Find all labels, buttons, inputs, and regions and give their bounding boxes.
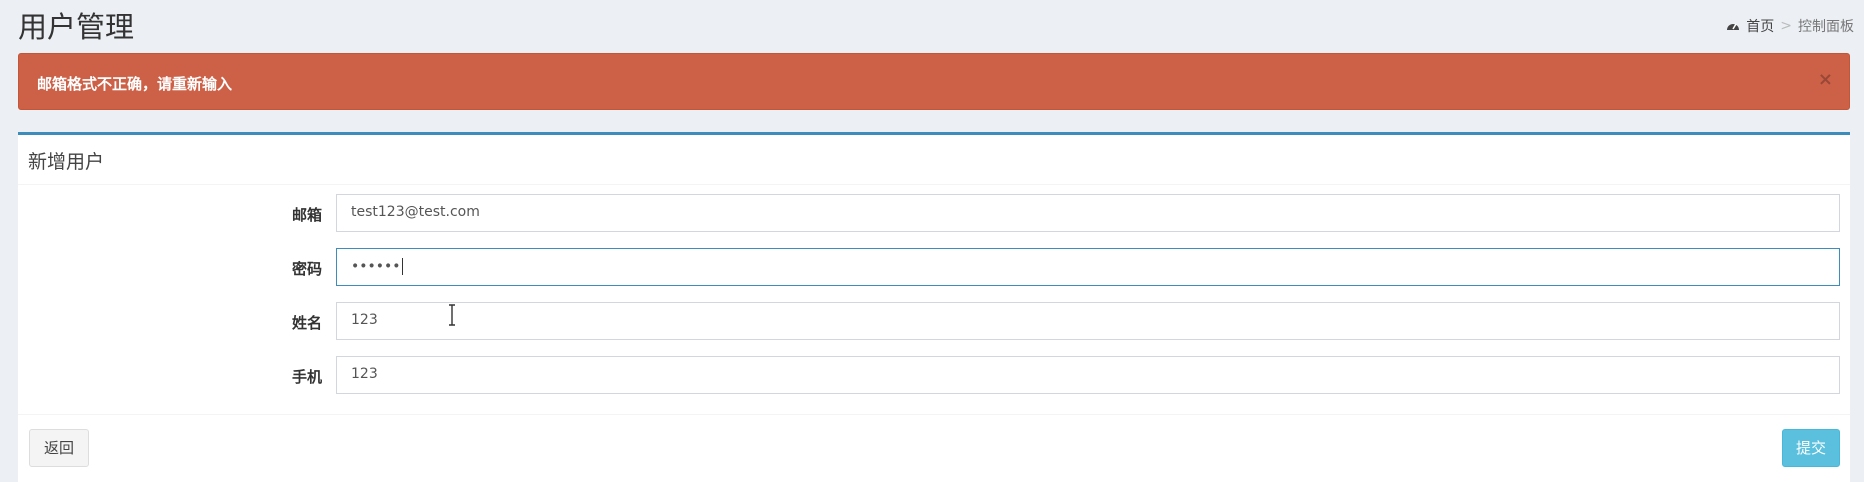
text-cursor <box>401 258 403 275</box>
page-title: 用户管理 <box>18 10 135 44</box>
breadcrumb: 首页 > 控制面板 <box>1726 16 1854 36</box>
name-label: 姓名 <box>291 314 322 332</box>
password-label: 密码 <box>291 260 322 278</box>
password-value: •••••• <box>351 258 401 275</box>
box-footer: 返回 提交 <box>18 414 1850 482</box>
name-field[interactable]: 123 <box>336 302 1840 340</box>
password-field[interactable]: •••••• <box>336 248 1840 286</box>
alert-message: 邮箱格式不正确，请重新输入 <box>37 75 233 93</box>
form-row-email: 邮箱 test123@test.com <box>18 194 1850 232</box>
breadcrumb-separator: > <box>1780 18 1792 34</box>
form-row-name: 姓名 123 <box>18 302 1850 340</box>
back-button[interactable]: 返回 <box>29 429 90 467</box>
mouse-ibeam-cursor-icon <box>449 304 455 326</box>
breadcrumb-current: 控制面板 <box>1798 19 1854 35</box>
email-field[interactable]: test123@test.com <box>336 194 1840 232</box>
add-user-form-box: 新增用户 邮箱 test123@test.com 密码 •••••• 姓名 12… <box>18 132 1850 482</box>
email-label: 邮箱 <box>291 206 322 224</box>
error-alert: 邮箱格式不正确，请重新输入 × <box>18 53 1850 110</box>
alert-close-icon[interactable]: × <box>1818 69 1833 90</box>
form-row-phone: 手机 123 <box>18 356 1850 394</box>
phone-field[interactable]: 123 <box>336 356 1840 394</box>
form-title: 新增用户 <box>28 151 105 173</box>
phone-label: 手机 <box>291 368 322 386</box>
form-row-password: 密码 •••••• <box>18 248 1850 286</box>
submit-button[interactable]: 提交 <box>1782 429 1840 467</box>
breadcrumb-home-link[interactable]: 首页 <box>1746 16 1774 36</box>
dashboard-icon <box>1727 23 1740 30</box>
box-header: 新增用户 <box>18 135 1850 185</box>
